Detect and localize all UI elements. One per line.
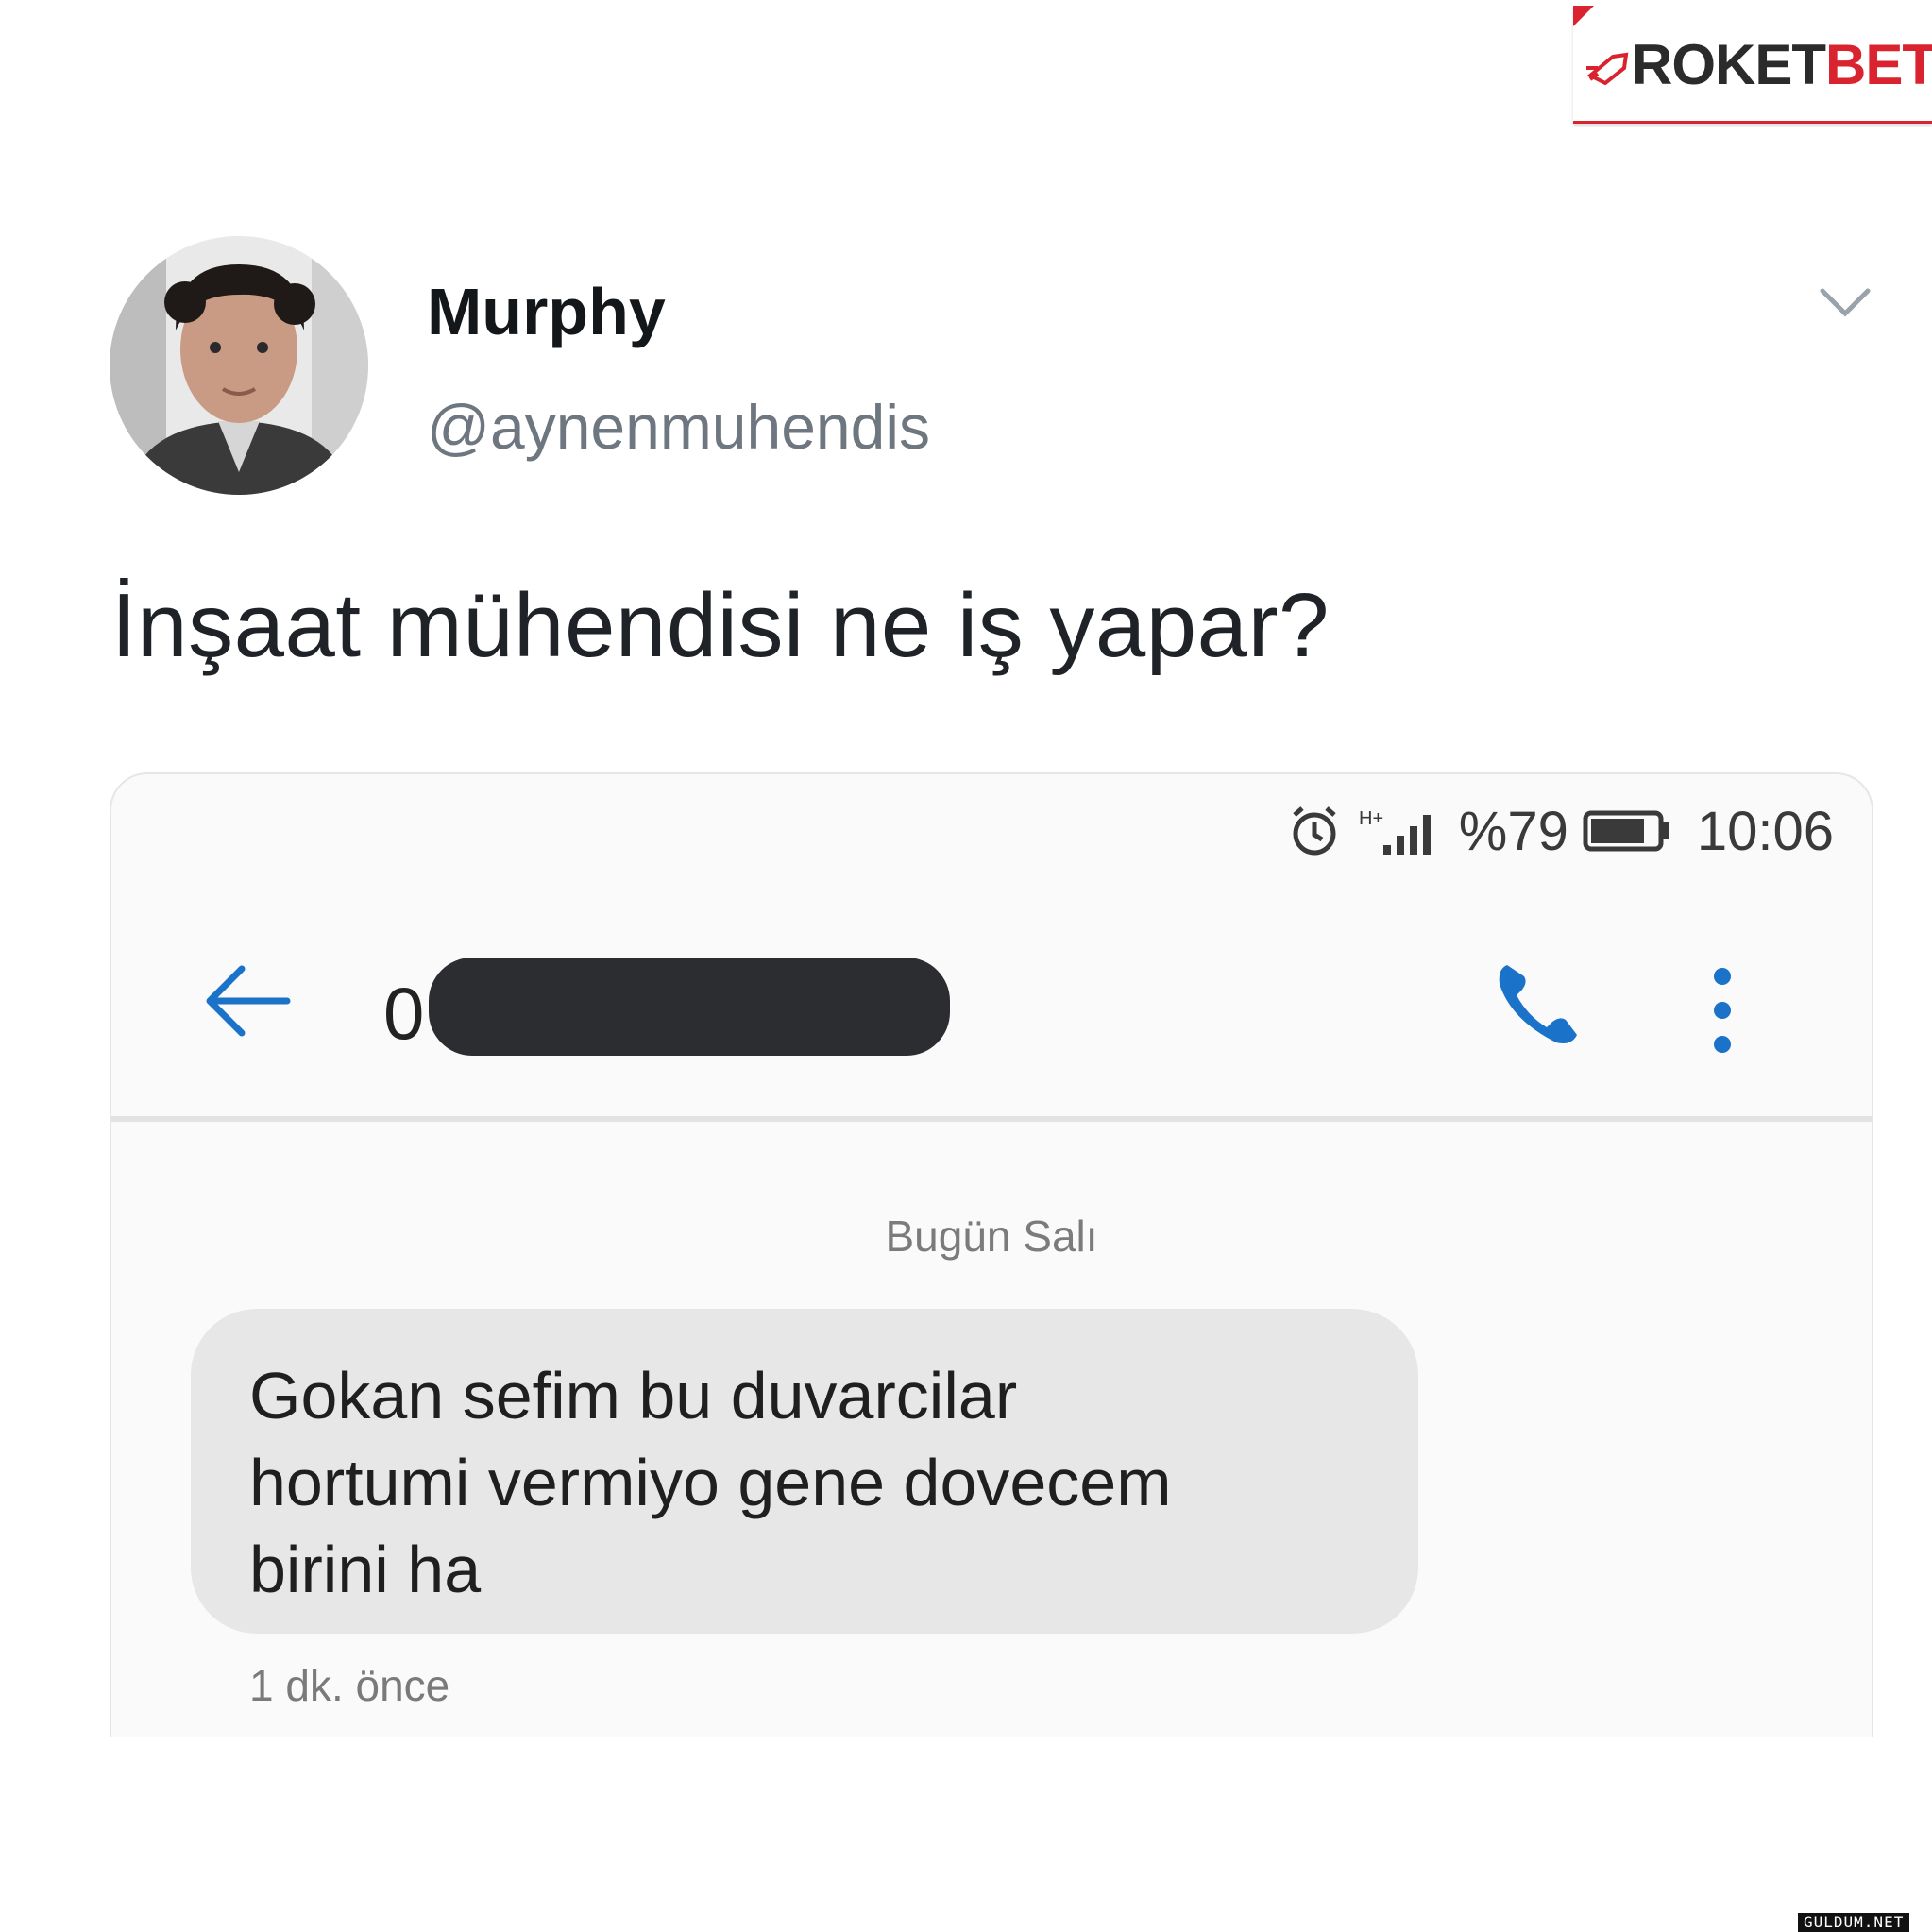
svg-text:H+: H+: [1359, 808, 1383, 829]
status-bar: H+ %79 10:06: [1287, 801, 1834, 862]
author-name[interactable]: Murphy: [427, 274, 666, 349]
signal-icon: H+: [1359, 808, 1431, 855]
avatar-photo: [110, 236, 368, 495]
rocket-icon: [1586, 52, 1629, 85]
chevron-down-icon[interactable]: [1819, 283, 1872, 321]
date-separator: Bugün Salı: [885, 1212, 1098, 1261]
logo-text-bet: BET: [1825, 33, 1932, 96]
contact-number: 0: [383, 972, 425, 1055]
author-handle[interactable]: @aynenmuhendis: [427, 391, 930, 463]
more-vertical-icon[interactable]: [1703, 963, 1741, 1058]
avatar[interactable]: [110, 236, 368, 495]
logo-corner: [1573, 6, 1594, 26]
sms-screenshot: H+ %79 10:06 0 Bugün Salı Gokan sefim bu…: [110, 772, 1873, 1737]
redacted-phone-number: [429, 958, 950, 1056]
tweet-text: İnşaat mühendisi ne iş yapar?: [111, 575, 1330, 676]
phone-icon[interactable]: [1490, 958, 1585, 1052]
logo-text: ROKETBET: [1632, 32, 1932, 97]
logo-text-roket: ROKET: [1632, 33, 1826, 96]
watermark: GULDUM.NET: [1798, 1913, 1910, 1932]
battery-percent: %79: [1458, 800, 1568, 862]
message-line: birini ha: [249, 1533, 482, 1606]
arrow-left-icon[interactable]: [200, 954, 295, 1048]
app-bar-divider: [111, 1116, 1872, 1122]
message-timestamp: 1 dk. önce: [249, 1661, 450, 1710]
alarm-icon: [1293, 806, 1336, 856]
battery-icon: [1583, 810, 1669, 852]
brand-logo: ROKETBET: [1573, 6, 1932, 124]
message-line: hortumi vermiyo gene dovecem: [249, 1446, 1172, 1519]
message-line: Gokan sefim bu duvarcilar: [249, 1359, 1018, 1432]
conversation-app-bar: 0: [111, 916, 1872, 1086]
status-time: 10:06: [1696, 800, 1834, 862]
message-bubble[interactable]: Gokan sefim bu duvarcilar hortumi vermiy…: [191, 1309, 1418, 1634]
